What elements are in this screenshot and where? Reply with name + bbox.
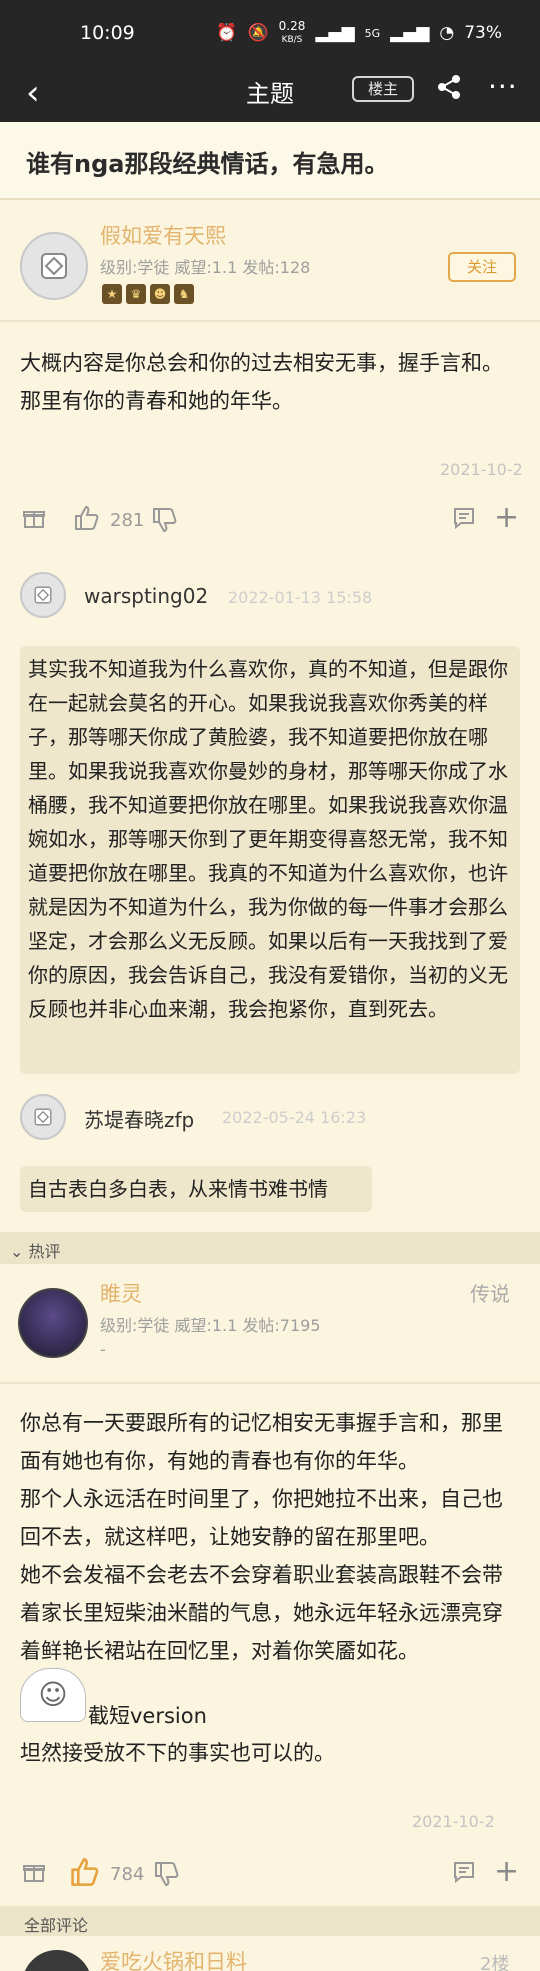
gift-icon[interactable] (22, 1860, 46, 1890)
hot-paragraph: 你总有一天要跟所有的记忆相安无事握手言和，那里面有她也有你，有她的青春也有你的年… (20, 1411, 503, 1473)
medal-icon: ☻ (150, 284, 170, 304)
comment-icon[interactable] (452, 506, 476, 536)
op-meta: 级别:学徒 威望:1.1 发帖:128 (100, 258, 311, 277)
all-comments-label: 全部评论 (24, 1916, 89, 1935)
floor-number: 2楼 (480, 1954, 510, 1971)
plus-icon[interactable]: + (494, 500, 519, 535)
topic-title: 谁有nga那段经典情话，有急用。 (0, 122, 540, 200)
hot-meta: 级别:学徒 威望:1.1 发帖:7195 (100, 1316, 321, 1335)
owner-only-button[interactable]: 楼主 (352, 76, 414, 102)
reply-content: 其实我不知道我为什么喜欢你，真的不知道，但是跟你在一起就会莫名的开心。如果我说我… (20, 646, 520, 1074)
hot-section-label: 热评 (28, 1242, 61, 1261)
hot-like-count: 784 (110, 1864, 145, 1885)
battery-level: 73% (464, 23, 502, 43)
reply-username[interactable]: 苏堤春晓zfp (84, 1104, 194, 1133)
all-comments-bar: 全部评论 (0, 1906, 540, 1936)
status-icons: ⏰ 🔕 0.28 KB/S ▂▄▆ 5G ▂▄▆ ◔ 73% (216, 20, 502, 46)
medal-icon: ♛ (126, 284, 146, 304)
comment-icon[interactable] (452, 1860, 476, 1890)
network-type: 5G (364, 26, 381, 40)
liked-icon[interactable] (68, 1856, 100, 1894)
op-like-count: 281 (110, 510, 145, 531)
divider (0, 320, 540, 322)
chevron-down-icon: ⌄ (10, 1242, 24, 1261)
reply-username[interactable]: warspting02 (84, 584, 208, 608)
net-speed-value: 0.28 (278, 19, 306, 33)
op-badges: ★ ♛ ☻ ♞ (102, 284, 194, 304)
status-time: 10:09 (80, 22, 135, 44)
comment-username[interactable]: 爱吃火锅和日料 (100, 1946, 247, 1971)
net-speed-unit: KB/S (281, 35, 303, 45)
signal-icon: ▂▄▆ (315, 23, 355, 43)
hot-section-bar[interactable]: ⌄ 热评 (0, 1232, 540, 1264)
hot-paragraph: 那个人永远活在时间里了，你把她拉不出来，自己也回不去，就这样吧，让她安静的留在那… (20, 1487, 503, 1549)
share-icon[interactable] (436, 74, 462, 107)
op-action-row: 281 + (0, 500, 540, 544)
net-speed: 0.28 KB/S (279, 20, 306, 46)
mute-icon: 🔕 (247, 23, 269, 43)
reply-content: 自古表白多白表，从来情书难书情 (20, 1166, 372, 1212)
reply-time: 2022-05-24 16:23 (222, 1108, 367, 1127)
alarm-icon: ⏰ (216, 23, 238, 43)
signal-icon-2: ▂▄▆ (390, 23, 430, 43)
reply-time: 2022-01-13 15:58 (228, 588, 373, 607)
dislike-icon[interactable] (152, 1860, 180, 1894)
hot-username[interactable]: 睢灵 (100, 1278, 142, 1308)
gift-icon[interactable] (22, 506, 46, 536)
hot-last-line: 坦然接受放不下的事实也可以的。 (20, 1741, 335, 1765)
hot-date: 2021-10-2 (412, 1812, 495, 1831)
nav-bar: ‹ 主题 楼主 ··· (0, 68, 540, 122)
hot-paragraph: 她不会发福不会老去不会穿着职业套装高跟鞋不会带着家长里短柴油米醋的气息，她永远年… (20, 1563, 503, 1663)
hot-action-row: 784 + (0, 1854, 540, 1898)
comment-avatar[interactable] (22, 1950, 92, 1971)
like-icon[interactable] (72, 504, 100, 538)
battery-icon: ◔ (439, 23, 455, 43)
more-icon[interactable]: ··· (488, 70, 518, 103)
sticker-caption: 截短version (88, 1704, 207, 1728)
divider (0, 1382, 540, 1384)
medal-icon: ★ (102, 284, 122, 304)
dislike-icon[interactable] (150, 506, 178, 540)
reply-avatar[interactable] (20, 572, 66, 618)
op-avatar[interactable] (20, 232, 88, 300)
follow-button[interactable]: 关注 (448, 252, 516, 282)
op-date: 2021-10-2 (440, 460, 523, 479)
hot-tag: 传说 (470, 1282, 510, 1306)
sticker-image: ☺ (20, 1668, 86, 1722)
hot-sub: - (100, 1340, 106, 1359)
medal-icon: ♞ (174, 284, 194, 304)
op-content: 大概内容是你总会和你的过去相安无事，握手言和。那里有你的青春和她的年华。 (20, 351, 503, 413)
op-username[interactable]: 假如爱有天熙 (100, 220, 226, 250)
hot-avatar[interactable] (18, 1288, 88, 1358)
reply-avatar[interactable] (20, 1094, 66, 1140)
status-bar: 10:09 ⏰ 🔕 0.28 KB/S ▂▄▆ 5G ▂▄▆ ◔ 73% (0, 0, 540, 68)
plus-icon[interactable]: + (494, 1854, 519, 1889)
